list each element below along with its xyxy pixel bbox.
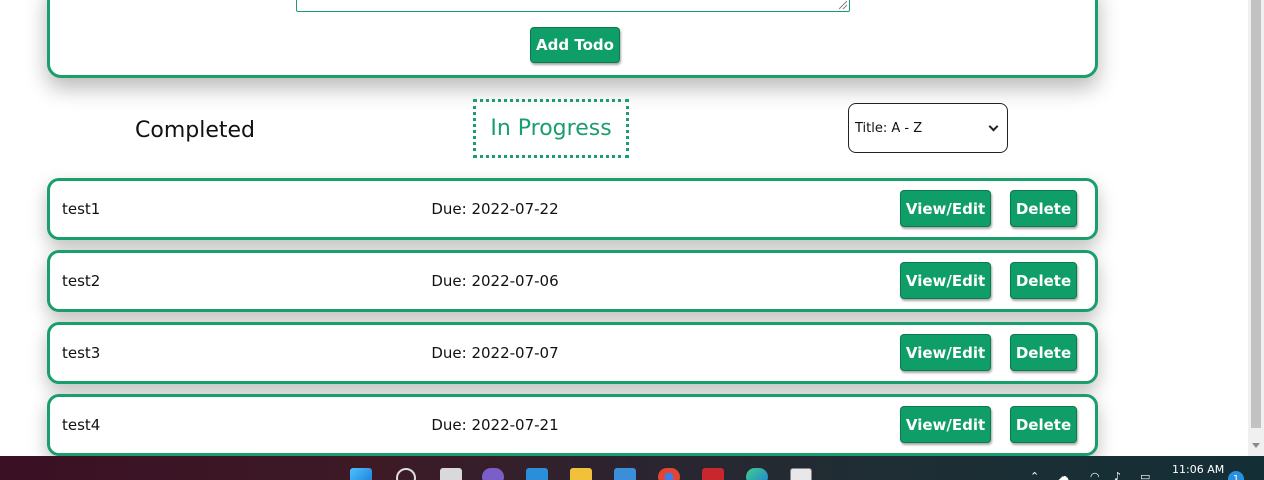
delete-button[interactable]: Delete — [1010, 262, 1077, 299]
add-todo-form-card: Add Todo — [47, 0, 1098, 78]
sort-select[interactable]: Title: A - Z — [848, 103, 1008, 153]
scrollbar-thumb[interactable] — [1251, 0, 1261, 428]
file-explorer-icon[interactable] — [570, 468, 592, 480]
vscode-icon[interactable] — [526, 468, 548, 480]
app-icon[interactable] — [790, 468, 812, 480]
todo-due-date: Due: 2022-07-06 — [431, 272, 559, 290]
teams-chat-icon[interactable] — [482, 468, 504, 480]
todo-title: test2 — [62, 272, 101, 290]
scroll-down-arrow-icon[interactable] — [1252, 443, 1260, 448]
taskbar-clock[interactable]: 11:06 AM — [1172, 463, 1224, 476]
wifi-icon[interactable]: ◠ — [1090, 470, 1100, 480]
resize-grip-icon[interactable] — [839, 1, 847, 9]
add-todo-button[interactable]: Add Todo — [530, 27, 620, 63]
volume-icon[interactable]: ♪ — [1114, 470, 1121, 480]
filezilla-icon[interactable] — [702, 468, 724, 480]
delete-button[interactable]: Delete — [1010, 190, 1077, 227]
view-edit-button[interactable]: View/Edit — [900, 334, 991, 371]
notification-badge[interactable]: 1 — [1228, 471, 1244, 480]
todo-row: test2 Due: 2022-07-06 View/Edit Delete — [47, 250, 1098, 312]
chrome-icon[interactable] — [658, 468, 680, 480]
todo-row: test4 Due: 2022-07-21 View/Edit Delete — [47, 394, 1098, 456]
view-edit-button[interactable]: View/Edit — [900, 262, 991, 299]
todo-due-date: Due: 2022-07-22 — [431, 200, 559, 218]
todo-title: test4 — [62, 416, 101, 434]
browser-viewport: Add Todo Completed In Progress Title: A … — [0, 0, 1248, 456]
store-icon[interactable] — [614, 468, 636, 480]
todo-due-date: Due: 2022-07-21 — [431, 416, 559, 434]
tab-in-progress[interactable]: In Progress — [473, 99, 629, 158]
todo-row: test1 Due: 2022-07-22 View/Edit Delete — [47, 178, 1098, 240]
todo-due-date: Due: 2022-07-07 — [431, 344, 559, 362]
chevron-down-icon — [988, 121, 999, 131]
todo-title: test1 — [62, 200, 101, 218]
description-textarea[interactable] — [296, 0, 850, 12]
task-view-icon[interactable] — [440, 468, 462, 480]
sort-select-value: Title: A - Z — [855, 120, 923, 136]
search-icon[interactable] — [396, 468, 416, 480]
delete-button[interactable]: Delete — [1010, 334, 1077, 371]
tab-completed[interactable]: Completed — [120, 110, 270, 150]
view-edit-button[interactable]: View/Edit — [900, 406, 991, 443]
chevron-up-icon[interactable]: ⌃ — [1030, 470, 1039, 480]
windows-start-icon[interactable] — [350, 468, 372, 480]
todo-row: test3 Due: 2022-07-07 View/Edit Delete — [47, 322, 1098, 384]
todo-title: test3 — [62, 344, 101, 362]
delete-button[interactable]: Delete — [1010, 406, 1077, 443]
view-edit-button[interactable]: View/Edit — [900, 190, 991, 227]
windows-taskbar: ⌃ ☁ ◠ ♪ ▭ 11:06 AM 1 — [0, 456, 1264, 480]
cloud-icon[interactable]: ☁ — [1058, 470, 1069, 480]
vertical-scrollbar[interactable] — [1248, 0, 1264, 456]
edge-icon[interactable] — [746, 468, 768, 480]
battery-icon[interactable]: ▭ — [1140, 470, 1150, 480]
